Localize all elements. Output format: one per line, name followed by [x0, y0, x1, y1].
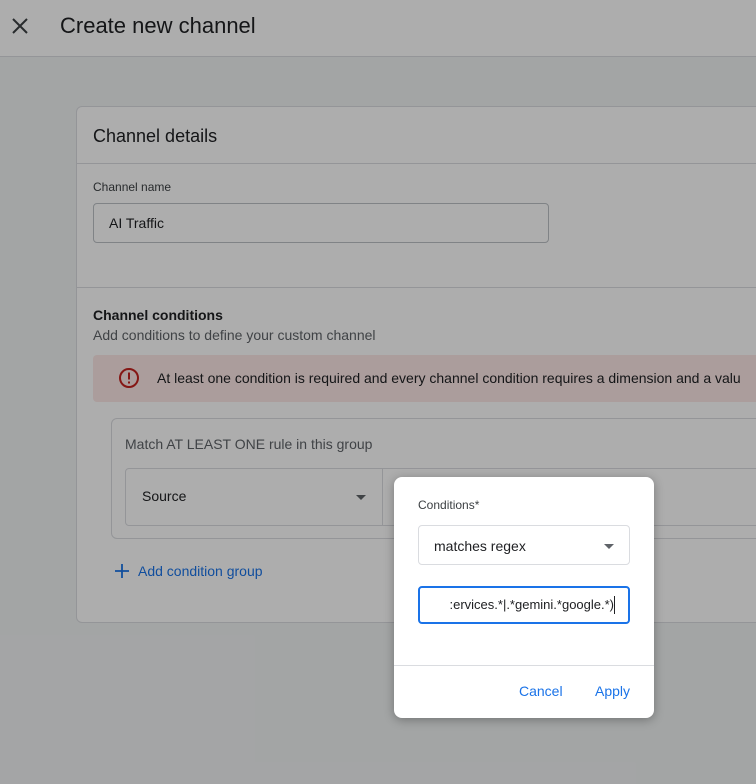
regex-input[interactable]: :ervices.*|.*gemini.*google.*)	[418, 586, 630, 624]
divider	[394, 665, 654, 666]
condition-select-value: matches regex	[434, 538, 526, 554]
condition-select[interactable]: matches regex	[418, 525, 630, 565]
cancel-button[interactable]: Cancel	[519, 683, 563, 699]
conditions-label: Conditions*	[418, 498, 480, 512]
chevron-down-icon	[604, 544, 614, 549]
apply-button[interactable]: Apply	[595, 683, 630, 699]
text-cursor	[614, 596, 615, 614]
regex-value: :ervices.*|.*gemini.*google.*)	[449, 597, 614, 612]
conditions-popup: Conditions* matches regex :ervices.*|.*g…	[394, 477, 654, 718]
